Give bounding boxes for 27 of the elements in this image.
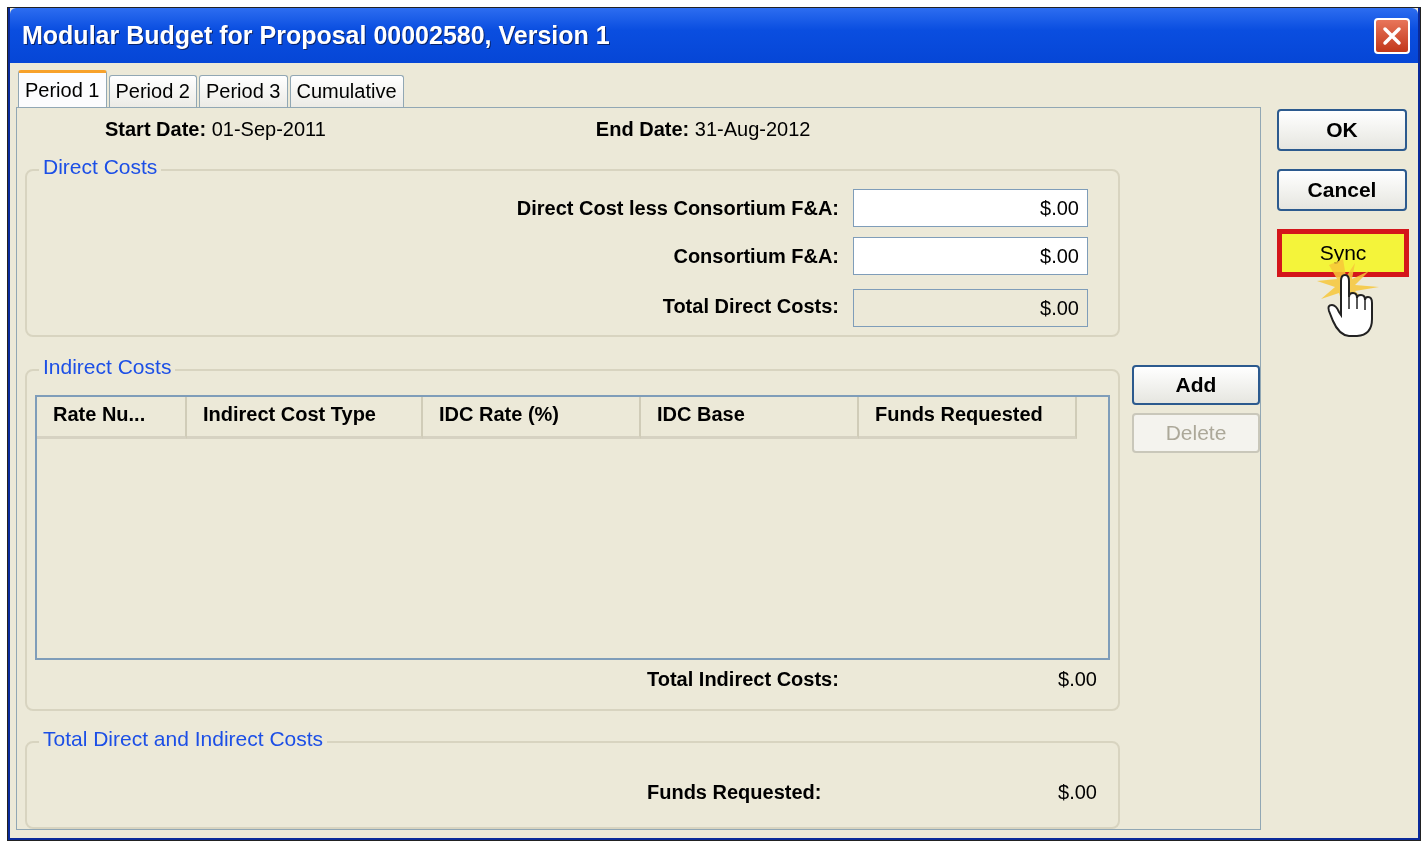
field-label: Consortium F&A: (673, 244, 839, 268)
amount-field[interactable]: $.00 (853, 237, 1088, 275)
tab[interactable]: Cumulative (289, 75, 404, 107)
tab[interactable]: Period 3 (199, 75, 288, 107)
tab[interactable]: Period 1 (18, 70, 107, 107)
dialog-button[interactable]: OK (1277, 109, 1407, 151)
column-header[interactable]: Funds Requested (859, 397, 1077, 439)
column-header[interactable]: Indirect Cost Type (187, 397, 423, 439)
row-button[interactable]: Add (1132, 365, 1260, 405)
column-header[interactable]: IDC Rate (%) (423, 397, 641, 439)
field-label: Total Direct Costs: (662, 294, 839, 318)
total-value: $.00 (1057, 668, 1097, 691)
total-label: Total Indirect Costs: (647, 668, 840, 691)
end-date-label: End Date: 31-Aug-2012 (595, 118, 811, 142)
dialog-button[interactable]: Sync (1277, 229, 1409, 277)
column-header[interactable]: Rate Nu... (37, 397, 187, 439)
start-date-label: Start Date: 01-Sep-2011 (105, 118, 326, 142)
tab[interactable]: Period 2 (108, 75, 197, 107)
total-value: $.00 (1057, 781, 1097, 804)
field-label: Direct Cost less Consortium F&A: (516, 196, 839, 220)
close-button[interactable] (1374, 17, 1410, 54)
amount-field[interactable]: $.00 (853, 189, 1088, 227)
dialog-button[interactable]: Cancel (1277, 169, 1407, 211)
close-icon (1381, 24, 1403, 47)
total-label: Funds Requested: (647, 781, 823, 804)
column-header[interactable]: IDC Base (641, 397, 859, 439)
window-title: Modular Budget for Proposal 00002580, Version 1 (22, 21, 610, 50)
